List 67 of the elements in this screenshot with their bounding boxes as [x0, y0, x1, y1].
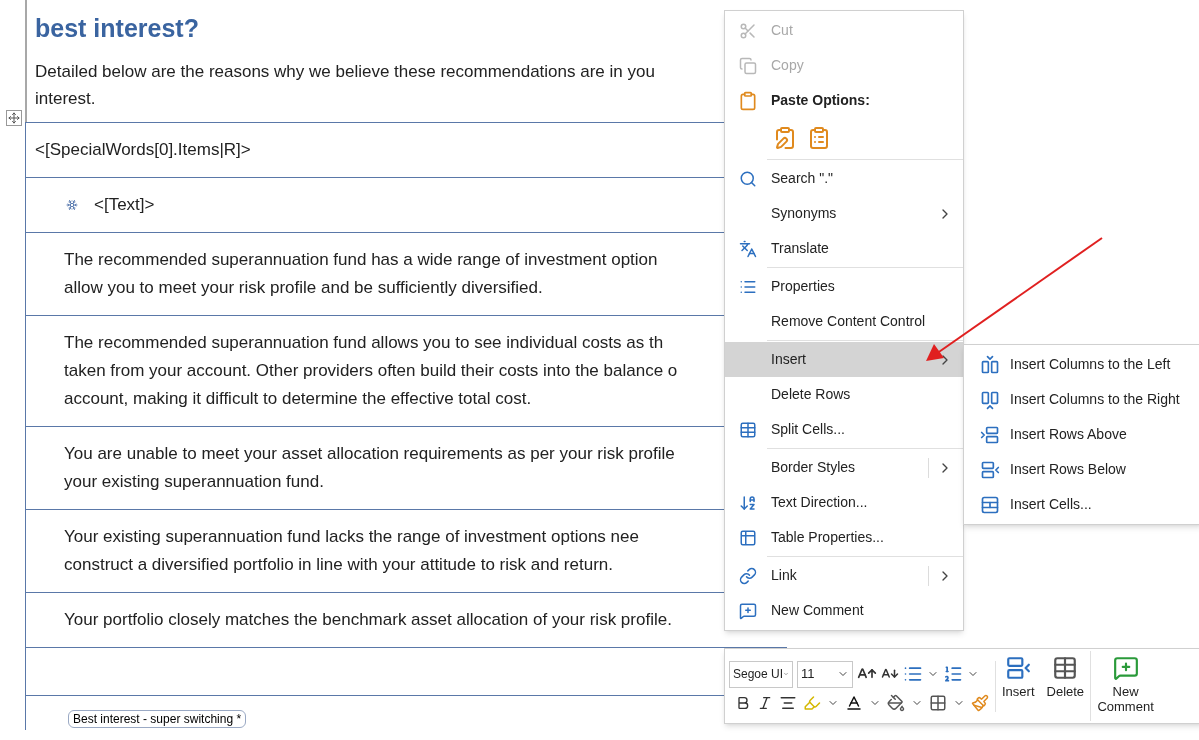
menu-item[interactable]: Insert — [725, 342, 963, 377]
paste-picture-icon[interactable] — [807, 126, 831, 150]
text-direction-icon — [739, 493, 757, 512]
paragraph-line: Your portfolio closely matches the benchmark asset allocation of your risk profile. — [64, 609, 672, 631]
paragraph-line: Detailed below are the reasons why we believe these recommendations are in you — [35, 61, 655, 83]
paragraph-line: your existing superannuation fund. — [64, 471, 324, 493]
search-icon — [739, 169, 757, 188]
menu-item[interactable]: Delete Rows — [725, 377, 963, 412]
paragraph-line: account, making it difficult to determine the effective total cost. — [64, 388, 532, 410]
menu-item[interactable]: Remove Content Control — [725, 304, 963, 339]
submenu-item[interactable]: Insert Rows Above — [964, 417, 1199, 452]
table-insert-icon — [1005, 655, 1032, 681]
borders-icon[interactable] — [929, 693, 947, 712]
font-name-field[interactable]: Segoe UI — [729, 660, 793, 688]
font-size-field[interactable]: 11 — [797, 660, 853, 688]
table-grid-icon — [739, 420, 757, 439]
copy-icon — [739, 56, 757, 75]
paragraph-line: interest. — [35, 88, 96, 110]
field-code-text: <[SpecialWords[0].Items|R]> — [35, 139, 251, 161]
paragraph-line: The recommended superannuation fund has a wide range of investment option — [64, 249, 658, 271]
font-color-icon[interactable] — [845, 693, 863, 712]
comment-icon — [1112, 655, 1139, 681]
submenu-item[interactable]: Insert Cells... — [964, 487, 1199, 522]
menu-item[interactable]: Split Cells... — [725, 412, 963, 447]
submenu-item[interactable]: Insert Rows Below — [964, 452, 1199, 487]
shading-icon[interactable] — [887, 693, 905, 712]
menu-item[interactable]: Properties — [725, 269, 963, 304]
paragraph-line: taken from your account. Other providers often build their costs into the balance o — [64, 360, 678, 382]
menu-item[interactable]: Link — [725, 558, 963, 593]
menu-header: Paste Options: — [771, 91, 870, 110]
menu-item[interactable]: Translate — [725, 231, 963, 266]
bullet-icon — [66, 199, 78, 211]
paste-keep-formatting-icon[interactable] — [773, 126, 797, 150]
table-icon — [739, 528, 757, 547]
paragraph-line: construct a diversified portfolio in line with your attitude to risk and return. — [64, 554, 613, 576]
content-control-tag[interactable]: Best interest - super switching * — [68, 710, 247, 728]
field-code-text: <[Text]> — [94, 194, 155, 216]
paragraph-line: You are unable to meet your asset allocation requirements as per your risk profile — [64, 443, 675, 465]
submenu-item[interactable]: Insert Columns to the Right — [964, 382, 1199, 417]
scissors-icon — [739, 21, 757, 40]
bullets-icon[interactable] — [903, 664, 923, 684]
insert-row-above-icon — [980, 424, 1000, 445]
menu-item[interactable]: Table Properties... — [725, 520, 963, 555]
menu-item[interactable]: New Comment — [725, 593, 963, 628]
link-icon — [739, 566, 757, 585]
insert-cells-icon — [980, 494, 1000, 515]
submenu-item[interactable]: Insert Columns to the Left — [964, 347, 1199, 382]
menu-item[interactable]: Text Direction... — [725, 485, 963, 520]
clipboard-icon — [738, 90, 758, 111]
insert-column-left-icon — [980, 354, 1000, 375]
bold-icon[interactable] — [735, 694, 751, 711]
menu-item[interactable]: Border Styles — [725, 450, 963, 485]
menu-item[interactable]: Search "." — [725, 161, 963, 196]
paragraph-line: The recommended superannuation fund allows you to see individual costs as th — [64, 332, 664, 354]
paragraph-line: Your existing superannuation fund lacks the range of investment options nee — [64, 526, 639, 548]
translate-icon — [739, 239, 757, 258]
comment-icon — [739, 601, 757, 620]
insert-row-below-icon — [980, 459, 1000, 480]
menu-item[interactable]: Synonyms — [725, 196, 963, 231]
table-move-handle[interactable] — [6, 110, 22, 126]
table-delete-icon — [1052, 655, 1079, 681]
italic-icon[interactable] — [757, 694, 773, 711]
numbering-icon[interactable] — [943, 664, 963, 684]
insert-column-right-icon — [980, 389, 1000, 410]
paragraph-line: allow you to meet your risk profile and be sufficiently diversified. — [64, 277, 543, 299]
format-painter-icon[interactable] — [971, 693, 989, 712]
section-heading: best interest? — [35, 13, 199, 44]
